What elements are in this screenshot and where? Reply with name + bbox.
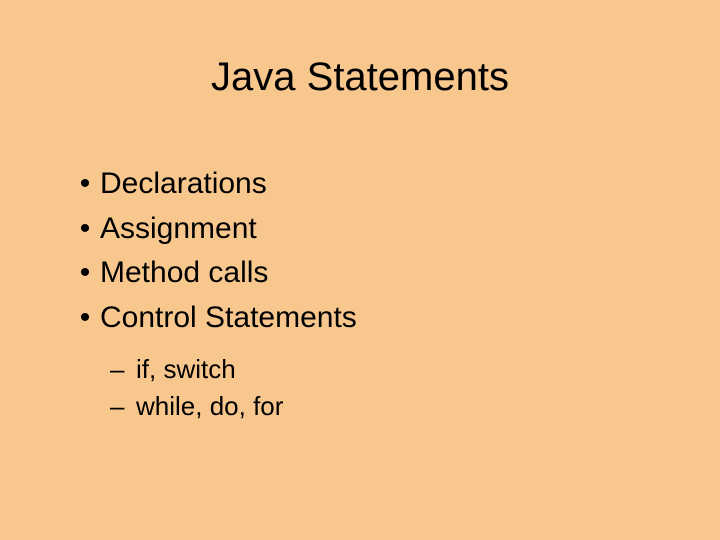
bullet-item: • Assignment <box>70 209 680 250</box>
slide-content: • Declarations • Assignment • Method cal… <box>70 160 680 426</box>
slide: Java Statements • Declarations • Assignm… <box>0 0 720 540</box>
sub-bullet-text: while, do, for <box>136 389 283 424</box>
sub-bullet-item: – while, do, for <box>110 389 680 424</box>
bullet-item: • Declarations <box>70 164 680 205</box>
bullet-glyph: • <box>70 253 100 294</box>
bullet-text: Method calls <box>100 253 268 294</box>
sub-bullet-group: – if, switch – while, do, for <box>110 352 680 424</box>
slide-title: Java Statements <box>0 55 720 100</box>
bullet-glyph: • <box>70 298 100 339</box>
sub-bullet-item: – if, switch <box>110 352 680 387</box>
bullet-text: Control Statements <box>100 298 357 339</box>
bullet-text: Assignment <box>100 209 257 250</box>
bullet-item: • Method calls <box>70 253 680 294</box>
dash-glyph: – <box>110 352 136 387</box>
dash-glyph: – <box>110 389 136 424</box>
sub-bullet-text: if, switch <box>136 352 236 387</box>
bullet-text: Declarations <box>100 164 267 205</box>
bullet-glyph: • <box>70 164 100 205</box>
bullet-item: • Control Statements <box>70 298 680 339</box>
bullet-glyph: • <box>70 209 100 250</box>
